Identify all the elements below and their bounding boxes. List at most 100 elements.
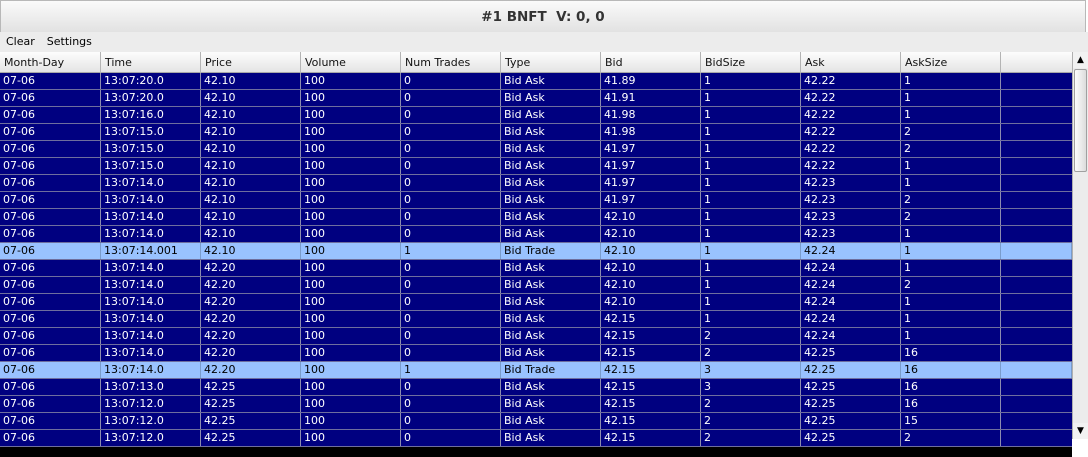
table-cell: 42.10	[201, 158, 301, 174]
table-cell: 42.25	[201, 396, 301, 412]
table-cell: 42.20	[201, 345, 301, 361]
table-cell: 1	[701, 277, 801, 293]
table-row[interactable]: 07-06 13:07:13.0 42.25 100 0 Bid Ask 42.15 3 42.…	[0, 379, 1072, 396]
column-header-num-trades[interactable]: Num Trades	[401, 52, 501, 73]
table-row[interactable]: 07-06 13:07:14.0 42.20 100 1 Bid Trade 42.15 3 4…	[0, 362, 1072, 379]
table-row[interactable]: 07-06 13:07:14.0 42.10 100 0 Bid Ask 42.10 1 42.…	[0, 209, 1072, 226]
window-titlebar[interactable]: #1 BNFT V: 0, 0	[0, 0, 1086, 32]
table-cell: 42.23	[801, 209, 901, 225]
table-cell: 42.24	[801, 243, 901, 259]
table-cell: 07-06	[0, 158, 101, 174]
table-cell: 100	[301, 243, 401, 259]
table-cell: 07-06	[0, 192, 101, 208]
table-cell: 13:07:14.0	[101, 362, 201, 378]
table-cell: Bid Ask	[501, 73, 601, 89]
table-cell: 100	[301, 260, 401, 276]
column-header-price[interactable]: Price	[201, 52, 301, 73]
table-row[interactable]: 07-06 13:07:15.0 42.10 100 0 Bid Ask 41.98 1 42.…	[0, 124, 1072, 141]
table-row[interactable]: 07-06 13:07:14.0 42.20 100 0 Bid Ask 42.15 2 42.…	[0, 345, 1072, 362]
table-cell: 42.23	[801, 226, 901, 242]
table-cell: 100	[301, 124, 401, 140]
table-cell: 2	[901, 192, 1001, 208]
table-cell: 41.97	[601, 192, 701, 208]
column-header-type[interactable]: Type	[501, 52, 601, 73]
scroll-thumb[interactable]	[1074, 69, 1087, 172]
table-cell: 1	[901, 260, 1001, 276]
table-cell: 100	[301, 396, 401, 412]
table-cell: 100	[301, 362, 401, 378]
table-cell: 42.25	[201, 413, 301, 429]
table-row[interactable]: 07-06 13:07:14.0 42.20 100 0 Bid Ask 42.15 1 42.…	[0, 311, 1072, 328]
table-row[interactable]: 07-06 13:07:14.0 42.20 100 0 Bid Ask 42.10 1 42.…	[0, 294, 1072, 311]
scroll-up-button[interactable]: ▲	[1073, 52, 1088, 68]
table-row[interactable]: 07-06 13:07:14.0 42.10 100 0 Bid Ask 42.10 1 42.…	[0, 226, 1072, 243]
column-header-bid[interactable]: Bid	[601, 52, 701, 73]
table-row[interactable]: 07-06 13:07:14.0 42.10 100 0 Bid Ask 41.97 1 42.…	[0, 175, 1072, 192]
table-cell: 16	[901, 362, 1001, 378]
table-row[interactable]: 07-06 13:07:15.0 42.10 100 0 Bid Ask 41.97 1 42.…	[0, 141, 1072, 158]
table-row[interactable]: 07-06 13:07:14.0 42.20 100 0 Bid Ask 42.10 1 42.…	[0, 260, 1072, 277]
table-cell: 1	[901, 158, 1001, 174]
table-cell: 1	[701, 175, 801, 191]
column-header-time[interactable]: Time	[101, 52, 201, 73]
table-cell: 42.22	[801, 90, 901, 106]
table-cell: Bid Ask	[501, 345, 601, 361]
table-cell: Bid Ask	[501, 277, 601, 293]
table-row[interactable]: 07-06 13:07:14.0 42.20 100 0 Bid Ask 42.15 2 42.…	[0, 328, 1072, 345]
menu-clear[interactable]: Clear	[0, 32, 41, 52]
table-cell: 42.10	[601, 294, 701, 310]
table-cell: 0	[401, 328, 501, 344]
table-cell: 41.98	[601, 124, 701, 140]
column-header-ask[interactable]: Ask	[801, 52, 901, 73]
table-cell: 16	[901, 396, 1001, 412]
table-cell: 42.15	[601, 311, 701, 327]
table-cell: 3	[701, 379, 801, 395]
table-row[interactable]: 07-06 13:07:16.0 42.10 100 0 Bid Ask 41.98 1 42.…	[0, 107, 1072, 124]
table-cell: 42.23	[801, 175, 901, 191]
table-cell: 42.15	[601, 328, 701, 344]
table-cell: 1	[701, 90, 801, 106]
vertical-scrollbar[interactable]: ▲ ▼	[1072, 52, 1088, 457]
table-cell: 42.20	[201, 277, 301, 293]
table-cell: Bid Ask	[501, 294, 601, 310]
table-row[interactable]: 07-06 13:07:12.0 42.25 100 0 Bid Ask 42.15 2 42.…	[0, 413, 1072, 430]
column-header-bidsize[interactable]: BidSize	[701, 52, 801, 73]
menu-settings[interactable]: Settings	[41, 32, 98, 52]
table-cell: 1	[901, 175, 1001, 191]
table-row[interactable]: 07-06 13:07:15.0 42.10 100 0 Bid Ask 41.97 1 42.…	[0, 158, 1072, 175]
table-cell: 2	[701, 430, 801, 446]
table-cell	[1001, 73, 1072, 89]
table-cell: 07-06	[0, 124, 101, 140]
table-cell: 42.24	[801, 294, 901, 310]
table-cell: 42.10	[201, 124, 301, 140]
table-row[interactable]: 07-06 13:07:12.0 42.25 100 0 Bid Ask 42.15 2 42.…	[0, 430, 1072, 447]
table-cell: 42.10	[201, 243, 301, 259]
table-row[interactable]: 07-06 13:07:14.001 42.10 100 1 Bid Trade 42.10…	[0, 243, 1072, 260]
table-row[interactable]: 07-06 13:07:12.0 42.25 100 0 Bid Ask 42.15 2 42.…	[0, 396, 1072, 413]
column-header-volume[interactable]: Volume	[301, 52, 401, 73]
table-cell: 0	[401, 226, 501, 242]
window-title: #1 BNFT V: 0, 0	[481, 8, 605, 25]
table-row[interactable]: 07-06 13:07:14.0 42.20 100 0 Bid Ask 42.10 1 42.…	[0, 277, 1072, 294]
table-row[interactable]: 07-06 13:07:14.0 42.10 100 0 Bid Ask 41.97 1 42.…	[0, 192, 1072, 209]
table-cell: 42.22	[801, 124, 901, 140]
scroll-down-button[interactable]: ▼	[1073, 423, 1088, 439]
table-cell: 16	[901, 345, 1001, 361]
table-cell: 1	[901, 73, 1001, 89]
table-cell: 13:07:15.0	[101, 141, 201, 157]
column-header-asksize[interactable]: AskSize	[901, 52, 1001, 73]
table-cell: 07-06	[0, 209, 101, 225]
table-cell: 13:07:14.0	[101, 328, 201, 344]
column-header-month-day[interactable]: Month-Day	[0, 52, 101, 73]
table-cell: Bid Ask	[501, 209, 601, 225]
table-cell	[1001, 294, 1072, 310]
table-cell: 1	[701, 192, 801, 208]
table-cell: 100	[301, 430, 401, 446]
table-row[interactable]: 07-06 13:07:20.0 42.10 100 0 Bid Ask 41.91 1 42.…	[0, 90, 1072, 107]
table-cell: 100	[301, 294, 401, 310]
table-cell: 42.15	[601, 396, 701, 412]
table-row[interactable]: 07-06 13:07:20.0 42.10 100 0 Bid Ask 41.89 1 42.…	[0, 73, 1072, 90]
table-cell: 1	[701, 260, 801, 276]
table-cell: 0	[401, 396, 501, 412]
table-cell: 3	[701, 362, 801, 378]
